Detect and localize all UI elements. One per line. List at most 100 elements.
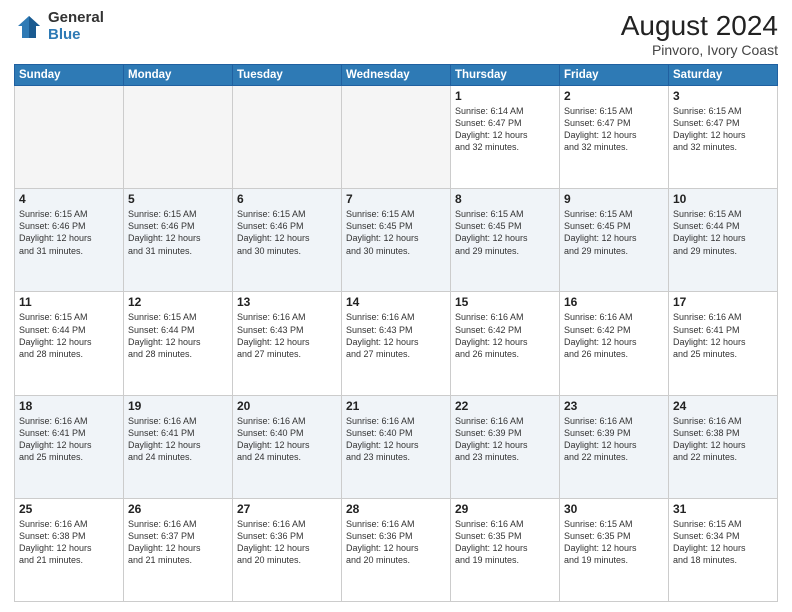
- calendar-cell: 9 Sunrise: 6:15 AM Sunset: 6:45 PM Daylig…: [560, 189, 669, 292]
- calendar-cell: 31 Sunrise: 6:15 AM Sunset: 6:34 PM Dayli…: [669, 498, 778, 601]
- calendar-cell: 3 Sunrise: 6:15 AM Sunset: 6:47 PM Daylig…: [669, 86, 778, 189]
- calendar-cell: [233, 86, 342, 189]
- day-number: 6: [237, 192, 337, 206]
- weekday-header-tuesday: Tuesday: [233, 65, 342, 86]
- calendar-week-row: 1 Sunrise: 6:14 AM Sunset: 6:47 PM Daylig…: [15, 86, 778, 189]
- weekday-header-monday: Monday: [124, 65, 233, 86]
- calendar-cell: 15 Sunrise: 6:16 AM Sunset: 6:42 PM Dayli…: [451, 292, 560, 395]
- calendar-cell: [124, 86, 233, 189]
- calendar-cell: 20 Sunrise: 6:16 AM Sunset: 6:40 PM Dayli…: [233, 395, 342, 498]
- day-info: Sunrise: 6:15 AM Sunset: 6:45 PM Dayligh…: [564, 208, 664, 257]
- day-info: Sunrise: 6:15 AM Sunset: 6:46 PM Dayligh…: [19, 208, 119, 257]
- day-number: 19: [128, 399, 228, 413]
- calendar-week-row: 18 Sunrise: 6:16 AM Sunset: 6:41 PM Dayli…: [15, 395, 778, 498]
- day-number: 26: [128, 502, 228, 516]
- calendar-cell: 25Sunrise: 6:16 AM Sunset: 6:38 PM Dayli…: [15, 498, 124, 601]
- day-number: 18: [19, 399, 119, 413]
- calendar-cell: 13Sunrise: 6:16 AM Sunset: 6:43 PM Dayli…: [233, 292, 342, 395]
- calendar-cell: 17 Sunrise: 6:16 AM Sunset: 6:41 PM Dayli…: [669, 292, 778, 395]
- day-number: 30: [564, 502, 664, 516]
- day-info: Sunrise: 6:16 AM Sunset: 6:39 PM Dayligh…: [455, 415, 555, 464]
- header: General Blue August 2024 Pinvoro, Ivory …: [14, 10, 778, 58]
- day-number: 17: [673, 295, 773, 309]
- day-info: Sunrise: 6:16 AM Sunset: 6:42 PM Dayligh…: [564, 311, 664, 360]
- calendar-cell: 8 Sunrise: 6:15 AM Sunset: 6:45 PM Daylig…: [451, 189, 560, 292]
- calendar-cell: 7Sunrise: 6:15 AM Sunset: 6:45 PM Daylig…: [342, 189, 451, 292]
- calendar-cell: 10Sunrise: 6:15 AM Sunset: 6:44 PM Dayli…: [669, 189, 778, 292]
- day-number: 28: [346, 502, 446, 516]
- day-number: 9: [564, 192, 664, 206]
- logo: General Blue: [14, 10, 104, 43]
- day-info: Sunrise: 6:16 AM Sunset: 6:40 PM Dayligh…: [346, 415, 446, 464]
- calendar-cell: 4 Sunrise: 6:15 AM Sunset: 6:46 PM Daylig…: [15, 189, 124, 292]
- day-number: 24: [673, 399, 773, 413]
- calendar-cell: 30 Sunrise: 6:15 AM Sunset: 6:35 PM Dayli…: [560, 498, 669, 601]
- day-info: Sunrise: 6:15 AM Sunset: 6:47 PM Dayligh…: [673, 105, 773, 154]
- title-area: August 2024 Pinvoro, Ivory Coast: [621, 10, 778, 58]
- calendar-cell: 18Sunrise: 6:16 AM Sunset: 6:41 PM Dayli…: [15, 395, 124, 498]
- day-info: Sunrise: 6:16 AM Sunset: 6:42 PM Dayligh…: [455, 311, 555, 360]
- calendar-cell: 26 Sunrise: 6:16 AM Sunset: 6:37 PM Dayli…: [124, 498, 233, 601]
- day-info: Sunrise: 6:16 AM Sunset: 6:36 PM Dayligh…: [237, 518, 337, 567]
- day-number: 1: [455, 89, 555, 103]
- calendar-cell: 21Sunrise: 6:16 AM Sunset: 6:40 PM Dayli…: [342, 395, 451, 498]
- calendar-cell: 11 Sunrise: 6:15 AM Sunset: 6:44 PM Dayli…: [15, 292, 124, 395]
- day-info: Sunrise: 6:15 AM Sunset: 6:34 PM Dayligh…: [673, 518, 773, 567]
- page: General Blue August 2024 Pinvoro, Ivory …: [0, 0, 792, 612]
- calendar-cell: [15, 86, 124, 189]
- day-info: Sunrise: 6:16 AM Sunset: 6:41 PM Dayligh…: [673, 311, 773, 360]
- day-info: Sunrise: 6:15 AM Sunset: 6:44 PM Dayligh…: [19, 311, 119, 360]
- day-info: Sunrise: 6:16 AM Sunset: 6:43 PM Dayligh…: [237, 311, 337, 360]
- page-subtitle: Pinvoro, Ivory Coast: [621, 42, 778, 58]
- calendar-cell: 28 Sunrise: 6:16 AM Sunset: 6:36 PM Dayli…: [342, 498, 451, 601]
- day-info: Sunrise: 6:16 AM Sunset: 6:39 PM Dayligh…: [564, 415, 664, 464]
- day-info: Sunrise: 6:16 AM Sunset: 6:35 PM Dayligh…: [455, 518, 555, 567]
- day-info: Sunrise: 6:15 AM Sunset: 6:47 PM Dayligh…: [564, 105, 664, 154]
- calendar-cell: 1 Sunrise: 6:14 AM Sunset: 6:47 PM Daylig…: [451, 86, 560, 189]
- day-number: 3: [673, 89, 773, 103]
- day-number: 12: [128, 295, 228, 309]
- calendar-week-row: 25Sunrise: 6:16 AM Sunset: 6:38 PM Dayli…: [15, 498, 778, 601]
- day-info: Sunrise: 6:15 AM Sunset: 6:46 PM Dayligh…: [237, 208, 337, 257]
- weekday-header-saturday: Saturday: [669, 65, 778, 86]
- day-info: Sunrise: 6:14 AM Sunset: 6:47 PM Dayligh…: [455, 105, 555, 154]
- day-number: 2: [564, 89, 664, 103]
- day-info: Sunrise: 6:15 AM Sunset: 6:45 PM Dayligh…: [455, 208, 555, 257]
- day-info: Sunrise: 6:16 AM Sunset: 6:38 PM Dayligh…: [673, 415, 773, 464]
- day-info: Sunrise: 6:16 AM Sunset: 6:36 PM Dayligh…: [346, 518, 446, 567]
- day-info: Sunrise: 6:16 AM Sunset: 6:43 PM Dayligh…: [346, 311, 446, 360]
- day-number: 8: [455, 192, 555, 206]
- day-info: Sunrise: 6:15 AM Sunset: 6:35 PM Dayligh…: [564, 518, 664, 567]
- calendar-week-row: 11 Sunrise: 6:15 AM Sunset: 6:44 PM Dayli…: [15, 292, 778, 395]
- day-info: Sunrise: 6:15 AM Sunset: 6:44 PM Dayligh…: [128, 311, 228, 360]
- weekday-header-thursday: Thursday: [451, 65, 560, 86]
- logo-text: General Blue: [48, 10, 104, 43]
- weekday-header-wednesday: Wednesday: [342, 65, 451, 86]
- day-number: 10: [673, 192, 773, 206]
- day-info: Sunrise: 6:16 AM Sunset: 6:37 PM Dayligh…: [128, 518, 228, 567]
- day-number: 14: [346, 295, 446, 309]
- day-info: Sunrise: 6:15 AM Sunset: 6:46 PM Dayligh…: [128, 208, 228, 257]
- calendar-cell: 29Sunrise: 6:16 AM Sunset: 6:35 PM Dayli…: [451, 498, 560, 601]
- logo-line1: General: [48, 10, 104, 27]
- calendar-cell: 19 Sunrise: 6:16 AM Sunset: 6:41 PM Dayli…: [124, 395, 233, 498]
- day-info: Sunrise: 6:16 AM Sunset: 6:41 PM Dayligh…: [128, 415, 228, 464]
- day-number: 5: [128, 192, 228, 206]
- calendar-cell: 27 Sunrise: 6:16 AM Sunset: 6:36 PM Dayli…: [233, 498, 342, 601]
- calendar-cell: 22 Sunrise: 6:16 AM Sunset: 6:39 PM Dayli…: [451, 395, 560, 498]
- day-number: 27: [237, 502, 337, 516]
- day-number: 11: [19, 295, 119, 309]
- calendar-cell: [342, 86, 451, 189]
- day-info: Sunrise: 6:16 AM Sunset: 6:40 PM Dayligh…: [237, 415, 337, 464]
- day-number: 31: [673, 502, 773, 516]
- calendar-cell: 24 Sunrise: 6:16 AM Sunset: 6:38 PM Dayli…: [669, 395, 778, 498]
- calendar-cell: 14 Sunrise: 6:16 AM Sunset: 6:43 PM Dayli…: [342, 292, 451, 395]
- day-number: 15: [455, 295, 555, 309]
- day-info: Sunrise: 6:15 AM Sunset: 6:45 PM Dayligh…: [346, 208, 446, 257]
- calendar-table: SundayMondayTuesdayWednesdayThursdayFrid…: [14, 64, 778, 602]
- day-number: 4: [19, 192, 119, 206]
- logo-line2: Blue: [48, 27, 104, 44]
- day-number: 22: [455, 399, 555, 413]
- day-number: 20: [237, 399, 337, 413]
- calendar-cell: 12 Sunrise: 6:15 AM Sunset: 6:44 PM Dayli…: [124, 292, 233, 395]
